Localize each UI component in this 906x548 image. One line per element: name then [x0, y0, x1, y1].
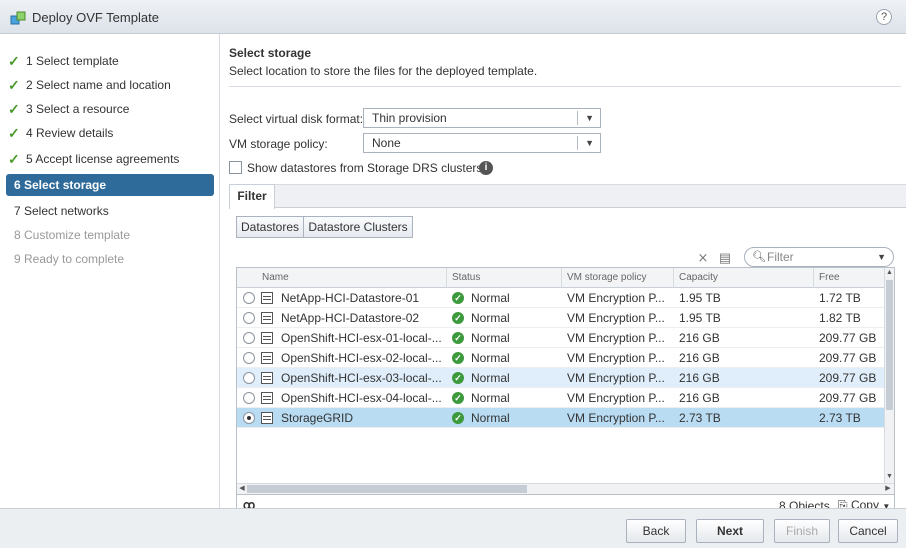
datastore-icon: [261, 412, 273, 424]
tab-filter[interactable]: Filter: [229, 184, 275, 209]
column-chooser-icon[interactable]: ▤: [717, 250, 733, 266]
status-ok-icon: ✓: [452, 312, 464, 324]
status-ok-icon: ✓: [452, 292, 464, 304]
show-drs-checkbox[interactable]: [229, 161, 242, 174]
ovf-template-icon: [10, 11, 26, 25]
show-drs-label: Show datastores from Storage DRS cluster…: [247, 161, 483, 175]
step-accept-license[interactable]: ✓ 5 Accept license agreements: [6, 148, 214, 170]
check-icon: ✓: [8, 101, 20, 117]
row-radio[interactable]: [243, 332, 255, 344]
info-icon[interactable]: i: [479, 161, 493, 175]
datastore-icon: [261, 312, 273, 324]
step-select-template[interactable]: ✓ 1 Select template: [6, 50, 214, 72]
datastore-clusters-toggle[interactable]: Datastore Clusters: [303, 216, 413, 238]
column-header-status[interactable]: Status: [447, 268, 562, 288]
disk-format-select[interactable]: Thin provision ▼: [363, 108, 601, 128]
wizard-steps: ✓ 1 Select template ✓ 2 Select name and …: [0, 34, 220, 508]
deploy-ovf-dialog: Deploy OVF Template ? ✓ 1 Select templat…: [0, 0, 906, 548]
storage-policy-select[interactable]: None ▼: [363, 133, 601, 153]
check-icon: ✓: [8, 53, 20, 69]
step-select-networks[interactable]: 7 Select networks: [6, 200, 214, 222]
step-customize-template: 8 Customize template: [14, 228, 131, 242]
step-select-storage[interactable]: 6 Select storage: [6, 174, 214, 196]
datastore-table: Name Status VM storage policy Capacity F…: [236, 267, 895, 495]
table-header: Name Status VM storage policy Capacity F…: [237, 268, 886, 288]
column-header-capacity[interactable]: Capacity: [674, 268, 814, 288]
column-header-name[interactable]: Name: [257, 268, 447, 288]
row-radio[interactable]: [243, 312, 255, 324]
status-ok-icon: ✓: [452, 372, 464, 384]
row-radio[interactable]: [243, 292, 255, 304]
datastore-icon: [261, 352, 273, 364]
row-radio[interactable]: [243, 412, 255, 424]
disk-format-label: Select virtual disk format:: [229, 112, 364, 126]
datastore-icon: [261, 372, 273, 384]
button-bar: Back Next Finish Cancel: [0, 508, 906, 548]
check-icon: ✓: [8, 125, 20, 141]
help-icon[interactable]: ?: [876, 9, 892, 25]
page-subtitle: Select location to store the files for t…: [229, 64, 538, 78]
scroll-up-icon[interactable]: ▲: [885, 268, 894, 278]
cancel-button[interactable]: Cancel: [838, 519, 898, 543]
status-ok-icon: ✓: [452, 352, 464, 364]
scroll-thumb[interactable]: [247, 485, 527, 493]
back-button[interactable]: Back: [626, 519, 686, 543]
column-header-policy[interactable]: VM storage policy: [562, 268, 674, 288]
row-radio[interactable]: [243, 352, 255, 364]
table-row[interactable]: OpenShift-HCI-esx-04-local-... ✓ Normal V…: [237, 388, 886, 408]
title-bar: Deploy OVF Template ?: [0, 0, 906, 34]
dialog-title: Deploy OVF Template: [32, 10, 159, 25]
step-select-resource[interactable]: ✓ 3 Select a resource: [6, 98, 214, 120]
table-row-selected[interactable]: StorageGRID ✓ Normal VM Encryption P... 2…: [237, 408, 886, 428]
status-ok-icon: ✓: [452, 332, 464, 344]
step-select-name-location[interactable]: ✓ 2 Select name and location: [6, 74, 214, 96]
check-icon: ✓: [8, 151, 20, 167]
table-row[interactable]: OpenShift-HCI-esx-01-local-... ✓ Normal V…: [237, 328, 886, 348]
divider: [229, 86, 901, 87]
chevron-down-icon: ▼: [585, 138, 594, 148]
chevron-down-icon: ▼: [585, 113, 594, 123]
storage-policy-label: VM storage policy:: [229, 137, 328, 151]
tab-bar: [229, 184, 906, 208]
row-radio[interactable]: [243, 392, 255, 404]
page-title: Select storage: [229, 46, 312, 60]
clear-filter-icon[interactable]: ⨯: [695, 250, 711, 266]
column-header-free[interactable]: Free: [814, 268, 886, 288]
select-storage-panel: Select storage Select location to store …: [221, 34, 906, 517]
check-icon: ✓: [8, 77, 20, 93]
status-ok-icon: ✓: [452, 412, 464, 424]
status-ok-icon: ✓: [452, 392, 464, 404]
search-icon: 🔍︎: [752, 251, 766, 263]
finish-button: Finish: [774, 519, 830, 543]
chevron-down-icon: ▼: [877, 252, 886, 262]
next-button[interactable]: Next: [696, 519, 764, 543]
horizontal-scrollbar[interactable]: ◀ ▶: [237, 483, 894, 494]
row-radio[interactable]: [243, 372, 255, 384]
scroll-down-icon[interactable]: ▼: [885, 472, 894, 482]
datastores-toggle[interactable]: Datastores: [236, 216, 304, 238]
datastore-icon: [261, 332, 273, 344]
step-ready-to-complete: 9 Ready to complete: [14, 252, 125, 266]
vertical-scrollbar[interactable]: ▲ ▼: [884, 268, 894, 483]
datastore-icon: [261, 292, 273, 304]
scroll-right-icon[interactable]: ▶: [883, 484, 893, 494]
table-row[interactable]: NetApp-HCI-Datastore-01 ✓ Normal VM Encry…: [237, 288, 886, 308]
table-row[interactable]: NetApp-HCI-Datastore-02 ✓ Normal VM Encry…: [237, 308, 886, 328]
scroll-left-icon[interactable]: ◀: [237, 484, 247, 494]
table-row[interactable]: OpenShift-HCI-esx-03-local-... ✓ Normal V…: [237, 368, 886, 388]
datastore-icon: [261, 392, 273, 404]
step-review-details[interactable]: ✓ 4 Review details: [6, 122, 214, 144]
filter-input[interactable]: 🔍︎ Filter ▼: [744, 247, 894, 267]
table-row[interactable]: OpenShift-HCI-esx-02-local-... ✓ Normal V…: [237, 348, 886, 368]
scroll-thumb[interactable]: [886, 280, 893, 410]
